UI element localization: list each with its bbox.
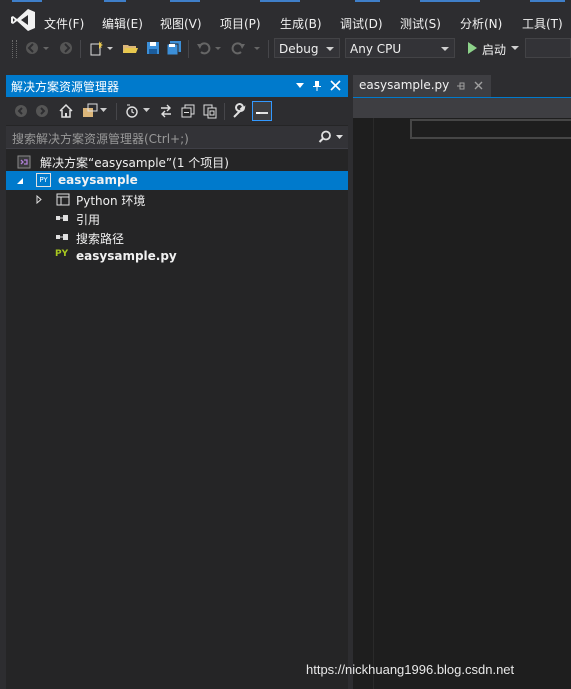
close-icon[interactable] [330, 80, 341, 91]
solution-explorer-title-bar: 解决方案资源管理器 [6, 75, 348, 97]
top-strip [0, 0, 571, 4]
back-icon[interactable] [14, 104, 28, 118]
forward-icon[interactable] [58, 40, 74, 56]
undo-dropdown-icon[interactable] [214, 40, 222, 56]
editor-navigation-bar [353, 97, 571, 118]
tree-item-label: easysample.py [76, 249, 177, 263]
save-icon[interactable] [145, 40, 161, 56]
solution-platform-select[interactable]: Any CPU [345, 38, 455, 58]
tree-item-label: easysample [58, 173, 138, 187]
play-icon [468, 42, 477, 54]
menu-test[interactable]: 测试(S) [400, 14, 441, 34]
collapse-all-icon[interactable] [180, 103, 196, 119]
editor-tab-easysample[interactable]: easysample.py [353, 75, 491, 97]
chevron-down-icon[interactable] [100, 107, 107, 113]
menu-build[interactable]: 生成(B) [280, 14, 322, 34]
tree-item-label: 引用 [76, 213, 101, 227]
new-project-icon[interactable] [88, 40, 104, 56]
tree-item-search-paths[interactable]: 搜索路径 [6, 228, 348, 247]
tree-item-label: 解决方案“easysample”(1 个项目) [40, 156, 229, 170]
tree-item-label: Python 环境 [76, 194, 146, 208]
start-debugging-button[interactable]: 启动 [464, 38, 522, 58]
solution-explorer-search-placeholder: 搜索解决方案资源管理器(Ctrl+;) [12, 132, 189, 146]
tree-item-project[interactable]: PY easysample [6, 171, 348, 190]
menu-project[interactable]: 项目(P) [220, 14, 261, 34]
menu-file[interactable]: 文件(F) [44, 14, 84, 34]
chevron-down-icon [511, 46, 519, 50]
home-icon[interactable] [58, 103, 74, 119]
editor-gutter [353, 118, 374, 689]
references-icon [56, 215, 68, 221]
save-all-icon[interactable] [166, 40, 182, 56]
show-all-files-icon[interactable] [202, 103, 218, 119]
forward-icon[interactable] [35, 104, 49, 118]
solution-explorer-search-box[interactable]: 搜索解决方案资源管理器(Ctrl+;) [6, 126, 348, 149]
pin-icon[interactable] [312, 80, 322, 92]
redo-icon[interactable] [230, 40, 246, 56]
menu-view[interactable]: 视图(V) [160, 14, 202, 34]
undo-icon[interactable] [196, 40, 212, 56]
new-dropdown-icon[interactable] [106, 40, 114, 56]
solution-configuration-value: Debug [279, 42, 319, 56]
visual-studio-logo-icon [11, 9, 35, 31]
python-project-icon: PY [36, 173, 51, 187]
solution-icon [17, 155, 31, 169]
code-editor[interactable] [353, 118, 571, 689]
close-tab-icon[interactable] [474, 81, 483, 90]
window-position-dropdown-icon[interactable] [296, 83, 304, 89]
current-line-highlight [410, 119, 571, 139]
chevron-down-icon[interactable] [143, 107, 150, 113]
preview-selected-items-button[interactable] [252, 101, 272, 121]
start-label: 启动 [482, 43, 507, 57]
chevron-down-icon [441, 47, 449, 51]
menu-edit[interactable]: 编辑(E) [102, 14, 143, 34]
editor-tab-label: easysample.py [359, 78, 450, 92]
redo-dropdown-icon[interactable] [253, 40, 261, 56]
tree-item-python-environments[interactable]: Python 环境 [6, 190, 348, 209]
pending-changes-filter-icon[interactable] [124, 103, 140, 119]
menu-bar: 文件(F) 编辑(E) 视图(V) 项目(P) 生成(B) 调试(D) 测试(S… [0, 6, 571, 34]
back-dropdown-icon[interactable] [42, 40, 50, 56]
tree-item-file[interactable]: PY easysample.py [6, 247, 348, 266]
solution-explorer-title: 解决方案资源管理器 [11, 80, 120, 94]
menu-tools[interactable]: 工具(T) [522, 14, 563, 34]
toolbar-grip[interactable] [12, 40, 17, 58]
back-icon[interactable] [24, 40, 40, 56]
tree-item-references[interactable]: 引用 [6, 209, 348, 228]
solution-configuration-select[interactable]: Debug [274, 38, 340, 58]
toolbar-extra-combo[interactable] [525, 38, 571, 58]
expanded-arrow-icon[interactable] [16, 177, 24, 185]
tree-item-solution[interactable]: 解决方案“easysample”(1 个项目) [6, 152, 348, 171]
environments-icon [56, 193, 70, 206]
chevron-down-icon [326, 47, 334, 51]
watermark: https://nickhuang1996.blog.csdn.net [306, 662, 515, 677]
sync-with-active-document-icon[interactable] [158, 103, 174, 119]
solution-platform-value: Any CPU [350, 42, 402, 56]
search-icon[interactable] [318, 130, 332, 144]
preview-icon [256, 112, 268, 114]
search-paths-icon [56, 234, 68, 240]
pin-tab-icon[interactable] [456, 81, 466, 91]
collapsed-arrow-icon[interactable] [36, 195, 42, 204]
menu-debug[interactable]: 调试(D) [340, 14, 383, 34]
properties-wrench-icon[interactable] [231, 103, 247, 119]
open-folder-icon[interactable] [122, 40, 138, 56]
solution-explorer-toolbar [6, 97, 348, 125]
python-file-icon: PY [55, 249, 69, 259]
menu-analyze[interactable]: 分析(N) [460, 14, 502, 34]
search-options-dropdown-icon[interactable] [336, 134, 343, 140]
switch-views-icon[interactable] [82, 103, 98, 119]
tree-item-label: 搜索路径 [76, 232, 125, 246]
